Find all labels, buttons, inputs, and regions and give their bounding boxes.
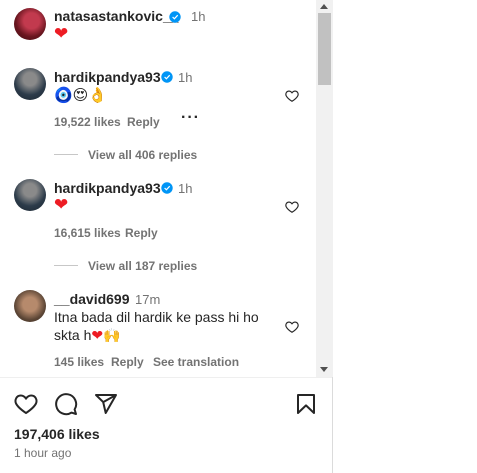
post-likes-count[interactable]: 197,406 likes — [14, 426, 100, 442]
verified-badge-icon — [161, 71, 173, 83]
comment-username[interactable]: natasastankovic__ — [54, 8, 179, 24]
replies-divider — [54, 265, 78, 266]
actions-divider — [0, 377, 332, 378]
like-comment-heart-icon[interactable] — [285, 89, 299, 103]
comments-panel: natasastankovic__ 1h ❤ hardikpandya93 1h… — [0, 0, 333, 473]
comment-likes[interactable]: 145 likes — [54, 355, 104, 369]
reply-button[interactable]: Reply — [111, 355, 144, 369]
scrollbar[interactable] — [316, 0, 333, 377]
comment-icon[interactable] — [54, 392, 78, 416]
comment-text: ❤ — [54, 195, 69, 215]
bookmark-icon[interactable] — [294, 392, 318, 416]
comment-time[interactable]: 1h — [191, 9, 205, 24]
avatar[interactable] — [14, 179, 46, 211]
view-replies-button[interactable]: View all 406 replies — [88, 148, 197, 162]
more-options-icon[interactable]: ··· — [181, 109, 200, 127]
comment-text: ❤ — [54, 24, 69, 44]
comment-time[interactable]: 1h — [178, 70, 192, 85]
comment-time[interactable]: 1h — [178, 181, 192, 196]
comment-time[interactable]: 17m — [135, 292, 160, 307]
paper-plane-icon[interactable] — [94, 392, 118, 416]
scrollbar-thumb[interactable] — [318, 13, 331, 85]
comment-text: 🧿😍👌 — [54, 86, 107, 104]
avatar[interactable] — [14, 8, 46, 40]
comment-text-continued: skta h — [54, 327, 92, 343]
comment-likes[interactable]: 16,615 likes — [54, 226, 121, 240]
like-comment-heart-icon[interactable] — [285, 320, 299, 334]
comments-list[interactable]: natasastankovic__ 1h ❤ hardikpandya93 1h… — [0, 0, 316, 377]
avatar[interactable] — [14, 290, 46, 322]
reply-button[interactable]: Reply — [125, 226, 158, 240]
avatar[interactable] — [14, 68, 46, 100]
like-comment-heart-icon[interactable] — [285, 200, 299, 214]
post-timestamp[interactable]: 1 hour ago — [14, 446, 71, 460]
heart-icon[interactable] — [14, 392, 38, 416]
scroll-down-arrow-icon[interactable] — [320, 367, 328, 372]
view-replies-button[interactable]: View all 187 replies — [88, 259, 197, 273]
replies-divider — [54, 154, 78, 155]
comment-emoji: ❤🙌 — [91, 328, 121, 344]
comment-likes[interactable]: 19,522 likes — [54, 115, 121, 129]
scroll-up-arrow-icon[interactable] — [320, 4, 328, 9]
see-translation-button[interactable]: See translation — [153, 355, 239, 369]
reply-button[interactable]: Reply — [127, 115, 160, 129]
verified-badge-icon — [161, 182, 173, 194]
comment-username[interactable]: hardikpandya93 — [54, 180, 161, 196]
comment-username[interactable]: hardikpandya93 — [54, 69, 161, 85]
comment-text: Itna bada dil hardik ke pass hi ho — [54, 309, 259, 325]
comment-username[interactable]: __david699 — [54, 291, 130, 307]
comment-text-line2: skta h❤🙌 — [54, 326, 121, 346]
verified-badge-icon — [169, 11, 181, 23]
